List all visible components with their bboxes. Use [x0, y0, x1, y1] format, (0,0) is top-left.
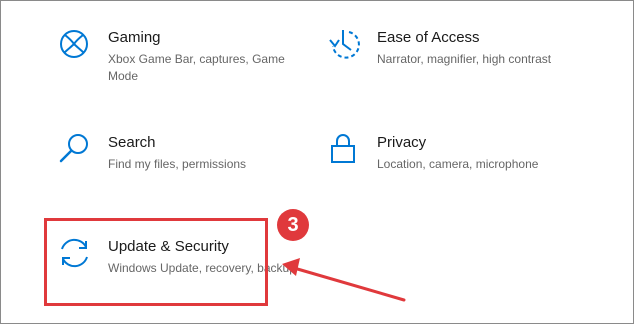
highlight-box: [44, 218, 268, 306]
tile-description: Narrator, magnifier, high contrast: [377, 52, 552, 66]
tile-description: Xbox Game Bar, captures, Game Mode: [108, 52, 285, 83]
xbox-icon: [60, 30, 88, 58]
settings-tile-privacy[interactable]: Privacy Location, camera, microphone: [327, 133, 567, 183]
search-icon: [59, 134, 88, 163]
step-number-badge: 3: [277, 209, 309, 241]
tile-title: Privacy: [377, 134, 427, 151]
lock-icon: [331, 134, 355, 163]
tile-title: Ease of Access: [377, 29, 480, 46]
tile-title: Search: [108, 134, 156, 151]
settings-tile-gaming[interactable]: Gaming Xbox Game Bar, captures, Game Mod…: [58, 28, 298, 88]
ease-of-access-icon: [329, 30, 360, 59]
settings-tile-ease-of-access[interactable]: Ease of Access Narrator, magnifier, high…: [327, 28, 567, 88]
tile-title: Gaming: [108, 29, 161, 46]
tile-description: Location, camera, microphone: [377, 157, 539, 171]
settings-tile-search[interactable]: Search Find my files, permissions: [58, 133, 298, 183]
tile-description: Find my files, permissions: [108, 157, 247, 171]
